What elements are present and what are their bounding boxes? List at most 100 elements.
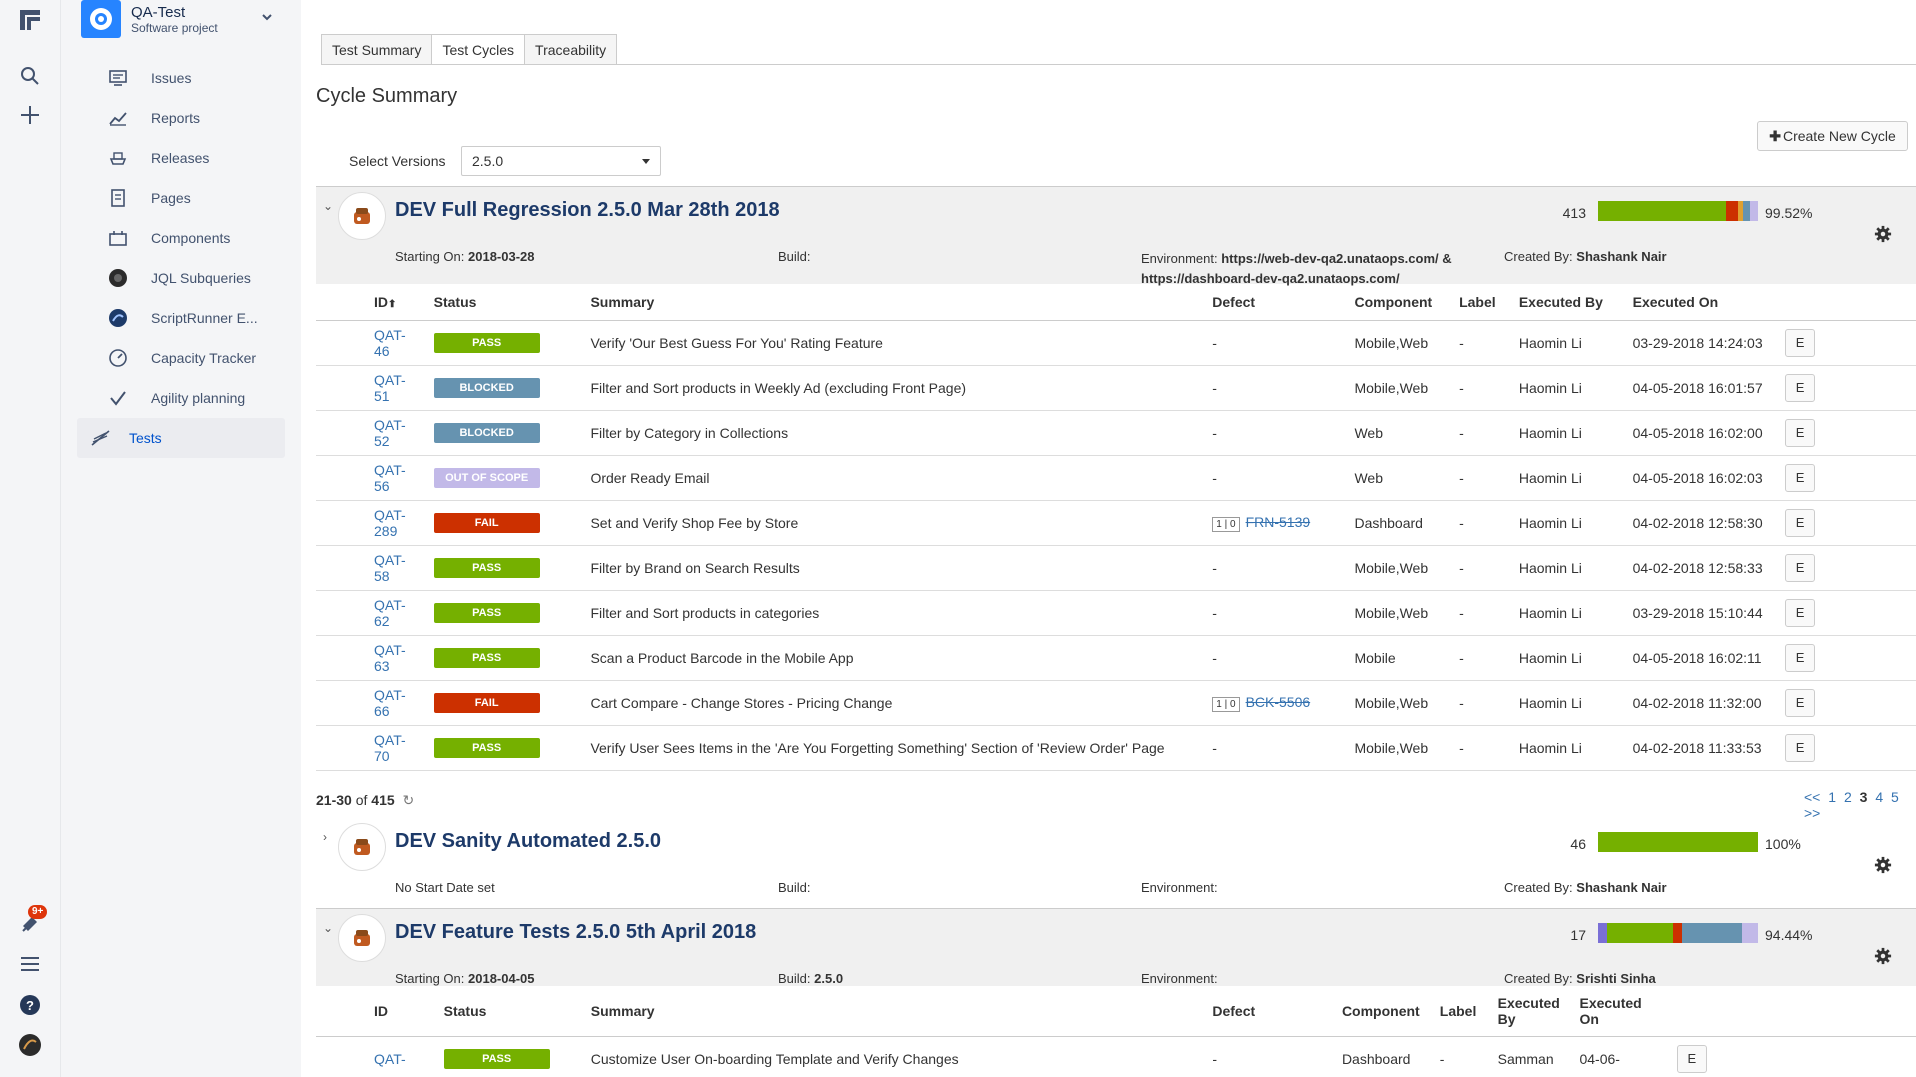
test-id-link[interactable]: QAT-52 [374, 417, 406, 449]
tab-test-summary[interactable]: Test Summary [321, 34, 433, 64]
execute-button[interactable]: E [1676, 1044, 1707, 1073]
page-link[interactable]: 4 [1875, 789, 1883, 805]
column-header-label[interactable]: Label [1431, 986, 1490, 1037]
status-badge[interactable]: PASS [433, 737, 540, 758]
column-header-executed-on[interactable]: Executed On [1624, 284, 1778, 321]
project-header[interactable]: QA-Test Software project [81, 0, 218, 38]
summary-cell: Filter by Brand on Search Results [582, 545, 1205, 591]
status-badge[interactable]: PASS [443, 1048, 550, 1069]
cycle-name[interactable]: DEV Feature Tests 2.5.0 5th April 2018 [395, 921, 756, 944]
table-row: QAT- PASS Customize User On-boarding Tem… [316, 1036, 1916, 1077]
page-link[interactable]: 1 [1828, 789, 1836, 805]
execute-button[interactable]: E [1785, 598, 1816, 627]
execute-button[interactable]: E [1785, 373, 1816, 402]
status-badge[interactable]: PASS [433, 602, 540, 623]
label-cell: - [1451, 725, 1511, 771]
test-id-link[interactable]: QAT-63 [374, 642, 406, 674]
execute-button[interactable]: E [1785, 418, 1816, 447]
gear-icon[interactable] [1874, 947, 1892, 965]
jira-logo-icon[interactable] [16, 6, 44, 34]
status-badge[interactable]: BLOCKED [433, 422, 540, 443]
executed-on-cell: 03-29-2018 14:24:03 [1624, 320, 1778, 366]
svg-text:?: ? [26, 998, 34, 1013]
cycle-created-by: Created By: Shashank Nair [1504, 880, 1667, 895]
execute-button[interactable]: E [1785, 328, 1816, 357]
gear-icon[interactable] [1874, 856, 1892, 874]
summary-cell: Scan a Product Barcode in the Mobile App [582, 635, 1205, 681]
test-id-link[interactable]: QAT-56 [374, 462, 406, 494]
create-new-cycle-button[interactable]: ✚ Create New Cycle [1757, 121, 1908, 151]
column-header-component[interactable]: Component [1346, 284, 1452, 321]
chevron-down-icon[interactable]: ⌄ [323, 199, 333, 213]
column-header-executed-by[interactable]: Executed By [1489, 986, 1572, 1037]
sidebar-item-tests[interactable]: Tests [77, 418, 285, 458]
column-header-actions [1668, 986, 1916, 1037]
column-header-id[interactable]: ID [316, 986, 414, 1037]
test-id-link[interactable]: QAT-70 [374, 732, 406, 764]
tab-test-cycles[interactable]: Test Cycles [431, 34, 526, 65]
status-badge[interactable]: PASS [433, 332, 540, 353]
execute-button[interactable]: E [1785, 733, 1816, 762]
column-header-component[interactable]: Component [1333, 986, 1432, 1037]
chevron-down-icon[interactable] [261, 10, 273, 26]
test-id-link[interactable]: QAT-66 [374, 687, 406, 719]
help-icon[interactable]: ? [16, 991, 44, 1019]
status-badge[interactable]: FAIL [433, 692, 540, 713]
label-cell: - [1451, 545, 1511, 591]
status-badge[interactable]: OUT OF SCOPE [433, 467, 540, 488]
gear-icon[interactable] [1874, 225, 1892, 243]
execute-button[interactable]: E [1785, 553, 1816, 582]
test-id-link[interactable]: QAT-289 [374, 507, 406, 539]
create-icon[interactable] [16, 101, 44, 129]
page-first-link[interactable]: << [1804, 789, 1820, 805]
column-header-defect[interactable]: Defect [1204, 986, 1334, 1037]
chevron-down-icon[interactable]: ⌄ [323, 921, 333, 935]
summary-cell: Order Ready Email [582, 455, 1205, 501]
tab-traceability[interactable]: Traceability [524, 34, 618, 64]
cycle-name[interactable]: DEV Sanity Automated 2.5.0 [395, 830, 661, 853]
test-id-link[interactable]: QAT-58 [374, 552, 406, 584]
execute-button[interactable]: E [1785, 643, 1816, 672]
execute-button[interactable]: E [1785, 688, 1816, 717]
column-header-summary[interactable]: Summary [582, 986, 1205, 1037]
column-header-status[interactable]: Status [413, 284, 583, 321]
label-cell: - [1451, 635, 1511, 681]
cycle-progress-bar [1598, 923, 1758, 943]
test-id-link[interactable]: QAT- [374, 1051, 406, 1067]
search-icon[interactable] [16, 62, 44, 90]
execute-button[interactable]: E [1785, 463, 1816, 492]
column-header-status[interactable]: Status [413, 986, 583, 1037]
column-header-summary[interactable]: Summary [582, 284, 1205, 321]
test-id-link[interactable]: QAT-51 [374, 372, 406, 404]
cycle-header: ⌄ DEV Feature Tests 2.5.0 5th April 2018… [316, 908, 1916, 986]
summary-cell: Filter and Sort products in categories [582, 590, 1205, 636]
column-header-executed-on[interactable]: Executed On [1571, 986, 1669, 1037]
version-select[interactable]: 2.5.0 [461, 146, 661, 176]
status-badge[interactable]: FAIL [433, 512, 540, 533]
defect-link[interactable]: BCK-5506 [1246, 694, 1311, 710]
test-id-link[interactable]: QAT-62 [374, 597, 406, 629]
column-header-id[interactable]: ID⬆ [316, 284, 414, 321]
menu-icon[interactable] [16, 950, 44, 978]
column-header-defect[interactable]: Defect [1204, 284, 1347, 321]
chevron-right-icon[interactable]: › [323, 830, 327, 844]
executed-by-cell: Haomin Li [1510, 500, 1625, 546]
page-link[interactable]: 5 [1891, 789, 1899, 805]
status-badge[interactable]: PASS [433, 647, 540, 668]
test-id-link[interactable]: QAT-46 [374, 327, 406, 359]
cycle-name[interactable]: DEV Full Regression 2.5.0 Mar 28th 2018 [395, 199, 780, 222]
refresh-icon[interactable]: ↻ [403, 792, 415, 808]
page-link[interactable]: 2 [1844, 789, 1852, 805]
defect-link[interactable]: FRN-5139 [1246, 514, 1311, 530]
column-header-label[interactable]: Label [1451, 284, 1511, 321]
tests-icon [91, 428, 111, 448]
execute-button[interactable]: E [1785, 508, 1816, 537]
status-badge[interactable]: PASS [433, 557, 540, 578]
status-badge[interactable]: BLOCKED [433, 377, 540, 398]
cycle-created-by: Created By: Shashank Nair [1504, 249, 1667, 264]
column-header-executed-by[interactable]: Executed By [1510, 284, 1625, 321]
cycle-build: Build: [778, 880, 811, 895]
avatar[interactable] [16, 1031, 44, 1059]
executed-on-cell: 04-05-2018 16:02:11 [1624, 635, 1778, 681]
defect-cell: 1 | 0 FRN-5139 [1204, 500, 1347, 546]
